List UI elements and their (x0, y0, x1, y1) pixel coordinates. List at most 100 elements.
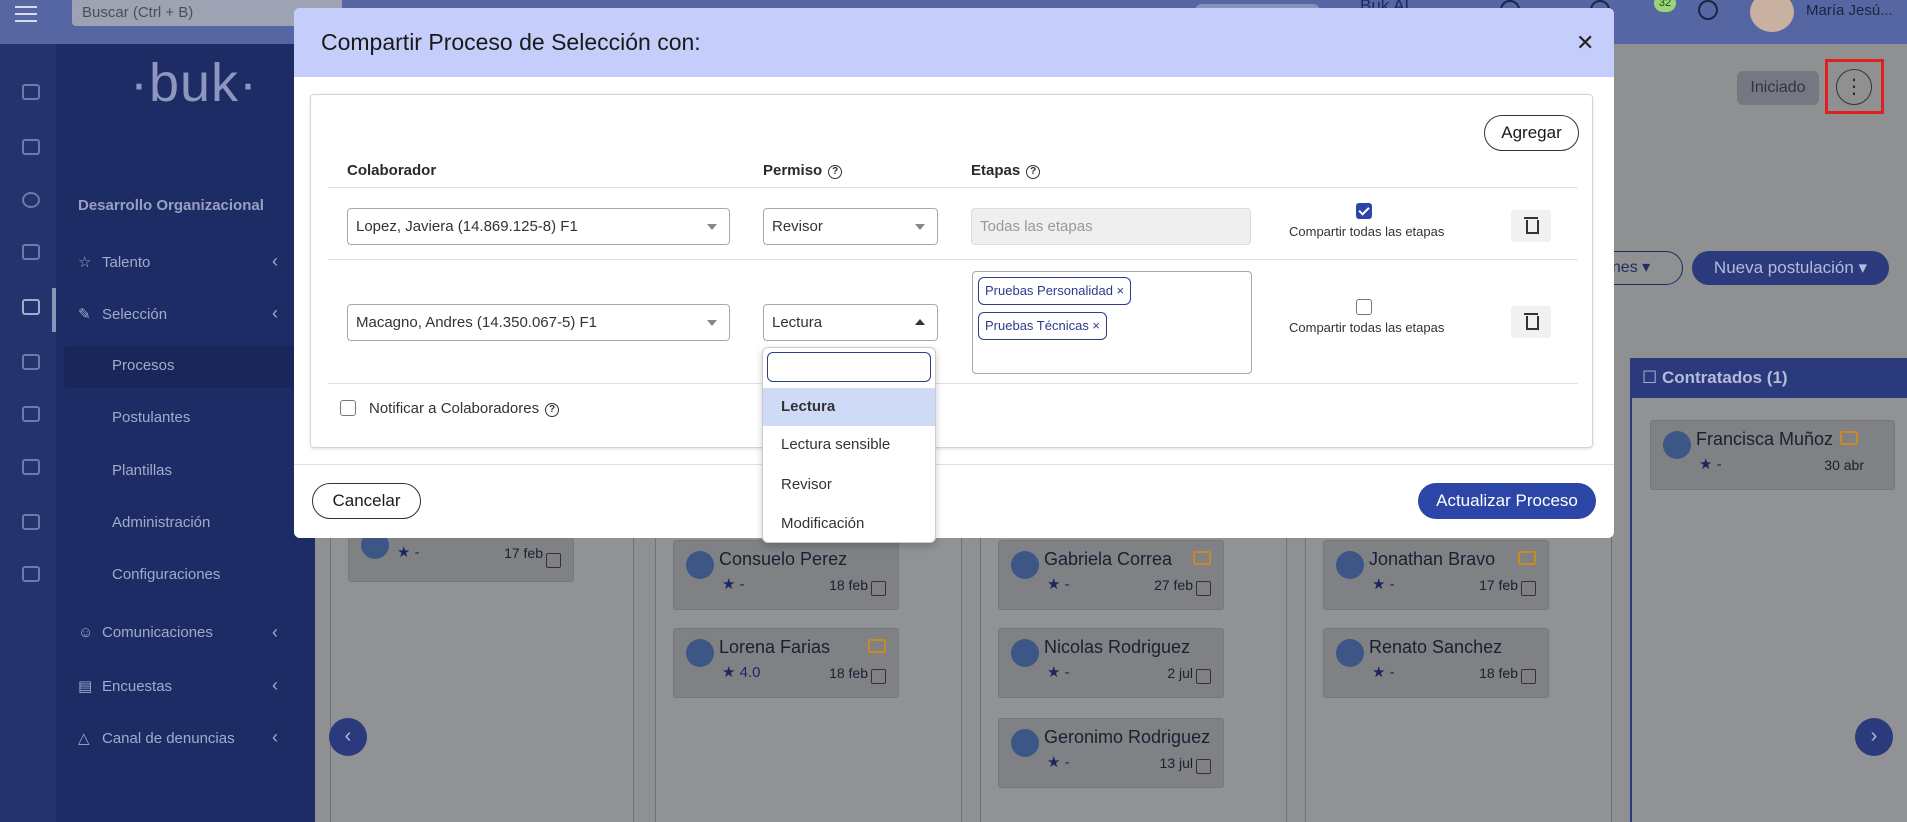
sidebar-item-talento[interactable]: ☆ Talento (78, 253, 150, 271)
contratados-header: ☐ Contratados (1) (1630, 358, 1907, 398)
header-permiso: Permiso? (763, 162, 843, 179)
sidebar-sub-administracion[interactable]: Administración (112, 514, 210, 531)
app-root: Buscar (Ctrl + B) Buk AI 32 María Jesú..… (0, 0, 1907, 822)
sidebar-item-seleccion[interactable]: ✎ Selección (78, 305, 167, 323)
status-badge: Iniciado (1737, 71, 1819, 105)
rating: ★ - (397, 544, 420, 561)
folder-icon[interactable] (22, 459, 40, 475)
candidate-card[interactable]: Gabriela Correa ★ - 27 feb (998, 540, 1224, 610)
sidebar-sub-plantillas[interactable]: Plantillas (112, 462, 172, 479)
rating: ★ 4.0 (722, 664, 761, 681)
modal-title: Compartir Proceso de Selección con: (321, 29, 701, 55)
notify-checkbox[interactable] (340, 400, 356, 416)
sidebar-sub-procesos[interactable]: Procesos (112, 357, 175, 374)
sidebar-sub-configuraciones[interactable]: Configuraciones (112, 566, 220, 583)
avatar (1011, 729, 1039, 757)
candidate-card[interactable]: Jonathan Bravo ★ - 17 feb (1323, 540, 1549, 610)
footer-divider (294, 464, 1614, 465)
card-date: 13 jul (1159, 755, 1193, 771)
candidate-card[interactable]: Renato Sanchez ★ - 18 feb (1323, 628, 1549, 698)
permiso-select[interactable]: Revisor (763, 208, 938, 245)
stage-tag[interactable]: Pruebas Técnicas × (978, 312, 1108, 340)
card-checkbox[interactable] (1196, 759, 1211, 774)
cancel-button[interactable]: Cancelar (312, 483, 421, 519)
option-modificacion[interactable]: Modificación (763, 505, 935, 543)
briefcase-icon[interactable] (22, 354, 40, 370)
buk-logo: ·buk· (130, 53, 259, 113)
close-icon[interactable]: ✕ (1576, 30, 1594, 56)
chevron-left-icon: ‹ (272, 622, 278, 642)
rating: ★ - (1699, 456, 1722, 473)
graduation-icon[interactable] (22, 406, 40, 422)
money-icon[interactable] (22, 192, 40, 208)
modal-header: Compartir Proceso de Selección con: ✕ (294, 8, 1614, 77)
divider (328, 383, 1578, 384)
colaborador-select[interactable]: Lopez, Javiera (14.869.125-8) F1 (347, 208, 730, 245)
delete-row-button[interactable] (1511, 210, 1551, 242)
share-all-stages-checkbox[interactable] (1356, 203, 1372, 219)
update-process-button[interactable]: Actualizar Proceso (1418, 483, 1596, 519)
candidate-card[interactable]: Nicolas Rodriguez ★ - 2 jul (998, 628, 1224, 698)
camera-icon[interactable] (22, 244, 40, 260)
card-date: 2 jul (1167, 665, 1193, 681)
sidebar-item-comunicaciones[interactable]: ☺ Comunicaciones (78, 624, 213, 641)
header-etapas: Etapas? (971, 162, 1041, 179)
help-icon[interactable] (1698, 0, 1718, 20)
user-name[interactable]: María Jesú... (1806, 2, 1893, 19)
hamburger-menu-icon[interactable] (15, 6, 37, 22)
clipboard-icon[interactable] (22, 139, 40, 155)
option-lectura[interactable]: Lectura (763, 388, 935, 426)
card-checkbox[interactable] (1196, 669, 1211, 684)
candidate-name: Geronimo Rodriguez (1044, 727, 1211, 747)
hand-heart-icon[interactable] (22, 299, 40, 315)
add-button[interactable]: Agregar (1484, 115, 1579, 151)
help-icon[interactable]: ? (545, 403, 560, 417)
scroll-right-button[interactable]: › (1855, 718, 1893, 756)
avatar (1663, 431, 1691, 459)
document-icon: ▤ (78, 678, 93, 695)
card-checkbox[interactable] (1196, 581, 1211, 596)
chevron-down-icon (707, 224, 717, 230)
card-checkbox[interactable] (871, 581, 886, 596)
chevron-left-icon: ‹ (272, 727, 278, 747)
delete-row-button[interactable] (1511, 306, 1551, 338)
candidate-card[interactable]: Francisca Muñoz ★ - 30 abr (1650, 420, 1895, 490)
bank-icon[interactable] (22, 566, 40, 582)
help-icon[interactable]: ? (828, 165, 843, 179)
user-avatar[interactable] (1750, 0, 1794, 32)
option-revisor[interactable]: Revisor (763, 466, 935, 504)
colaborador-select[interactable]: Macagno, Andres (14.350.067-5) F1 (347, 304, 730, 341)
candidate-card[interactable]: Lorena Farias ★ 4.0 18 feb (673, 628, 899, 698)
dropdown-search-input[interactable] (767, 352, 931, 382)
stage-tag[interactable]: Pruebas Personalidad × (978, 277, 1132, 305)
icon-rail (0, 44, 56, 822)
card-checkbox[interactable] (1521, 669, 1536, 684)
card-checkbox[interactable] (546, 553, 561, 568)
card-date: 30 abr (1824, 457, 1864, 473)
scroll-left-button[interactable]: ‹ (329, 718, 367, 756)
card-checkbox[interactable] (871, 669, 886, 684)
card-date: 18 feb (829, 577, 868, 593)
share-all-stages-checkbox[interactable] (1356, 299, 1372, 315)
card-date: 18 feb (829, 665, 868, 681)
sidebar-active-bg (64, 346, 315, 388)
chevron-left-icon: ‹ (272, 251, 278, 271)
store-icon[interactable] (22, 514, 40, 530)
candidate-card[interactable]: Geronimo Rodriguez ★ - 13 jul (998, 718, 1224, 788)
help-icon[interactable]: ? (1026, 165, 1041, 179)
divider (328, 187, 1578, 188)
notification-badge: 32 (1654, 0, 1676, 12)
home-icon[interactable] (22, 84, 40, 100)
option-lectura-sensible[interactable]: Lectura sensible (763, 426, 935, 464)
chevron-down-icon (915, 224, 925, 230)
sidebar-sub-postulantes[interactable]: Postulantes (112, 409, 190, 426)
people-icon: ☺ (78, 624, 94, 641)
modal-body (310, 94, 1593, 448)
sidebar-item-encuestas[interactable]: ▤ Encuestas (78, 677, 172, 695)
candidate-card[interactable]: Consuelo Perez ★ - 18 feb (673, 540, 899, 610)
permiso-select-open[interactable]: Lectura (763, 304, 938, 341)
card-checkbox[interactable] (1521, 581, 1536, 596)
sidebar (56, 44, 315, 822)
sidebar-item-canal-denuncias[interactable]: △ Canal de denuncias (78, 729, 235, 747)
new-application-button[interactable]: Nueva postulación ▾ (1692, 251, 1889, 285)
